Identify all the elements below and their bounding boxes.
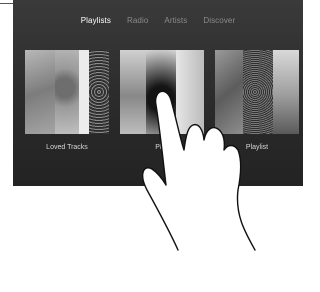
playlist-label: Loved Tracks bbox=[46, 144, 88, 151]
illustration-stage: Playlists Radio Artists Discover Loved T… bbox=[0, 0, 307, 292]
tab-discover[interactable]: Discover bbox=[203, 16, 235, 25]
playlist-label: Playlist bbox=[245, 144, 269, 151]
playlist-cover-loved-tracks[interactable] bbox=[25, 50, 109, 134]
tab-playlists[interactable]: Playlists bbox=[81, 16, 111, 25]
tab-artists[interactable]: Artists bbox=[164, 16, 187, 25]
playlist-carousel: Loved Tracks Play Playlist bbox=[25, 50, 315, 160]
tab-radio[interactable]: Radio bbox=[127, 16, 148, 25]
playlist-label: Play bbox=[155, 144, 169, 151]
device-screen: Playlists Radio Artists Discover Loved T… bbox=[13, 0, 303, 186]
playlist-cover-play[interactable] bbox=[120, 50, 204, 134]
tab-bar: Playlists Radio Artists Discover bbox=[13, 16, 303, 25]
playlist-cover-playlist[interactable] bbox=[215, 50, 299, 134]
